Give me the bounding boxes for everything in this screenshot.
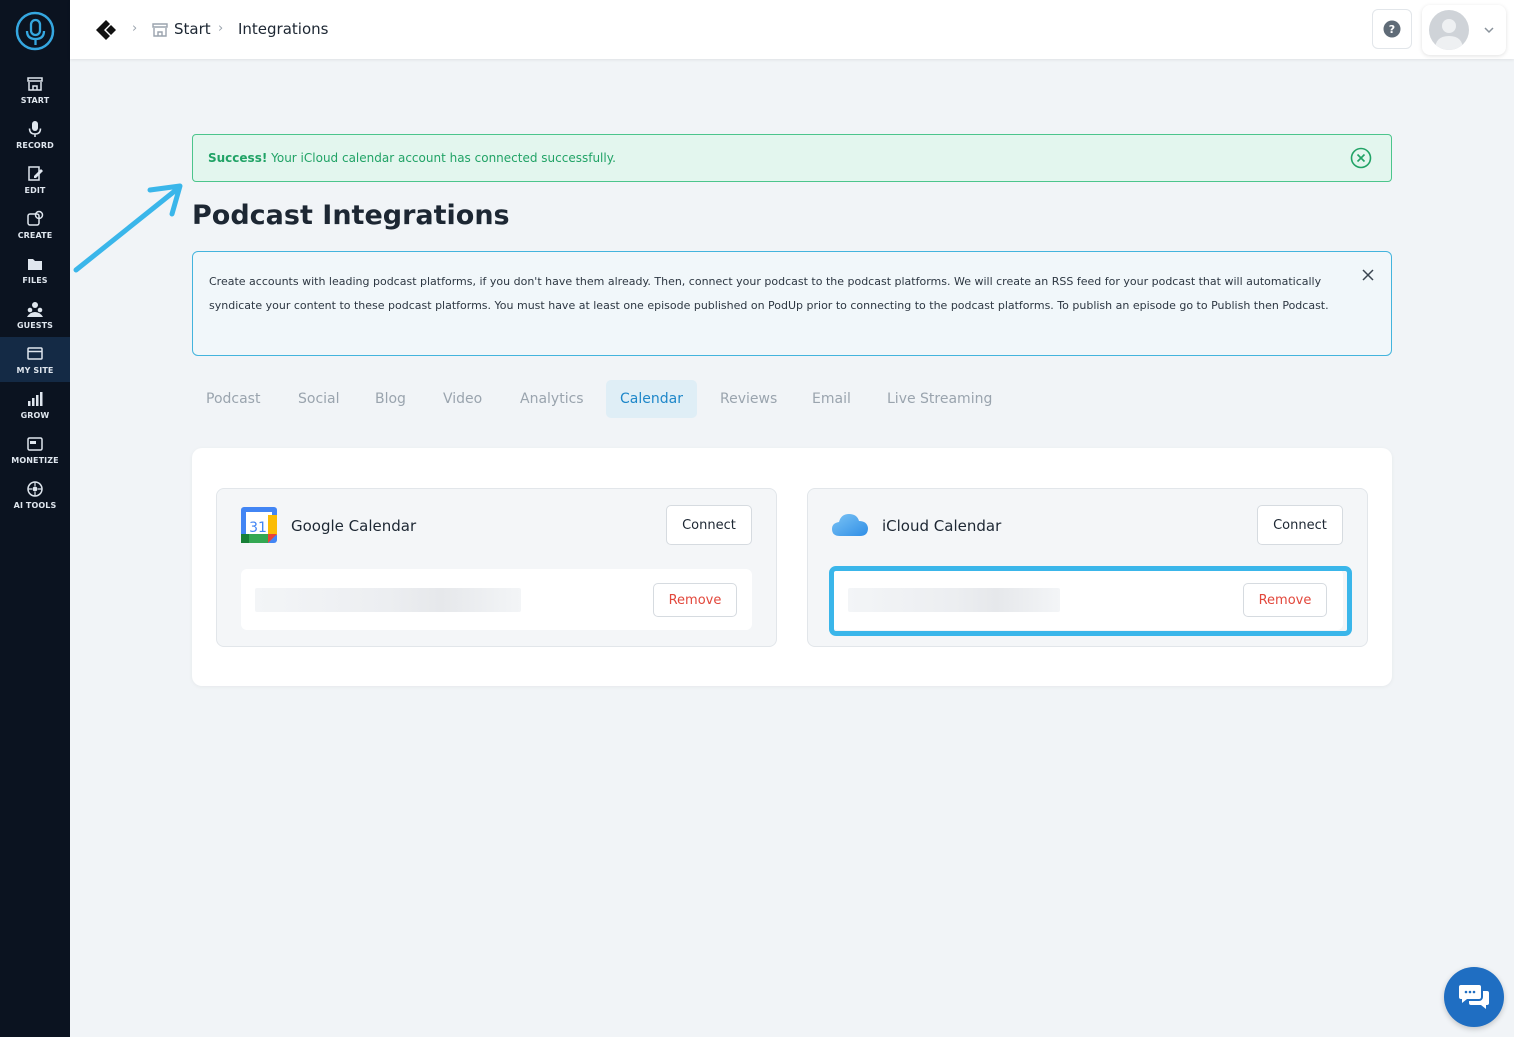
monetize-icon: [27, 436, 43, 451]
sidebar-item-edit[interactable]: EDIT: [0, 157, 70, 202]
avatar: [1429, 10, 1469, 50]
podup-logo-icon[interactable]: [15, 11, 55, 51]
sidebar-item-files[interactable]: FILES: [0, 247, 70, 292]
files-icon: [28, 258, 42, 270]
svg-text:31: 31: [249, 520, 267, 536]
icloud-remove-button[interactable]: Remove: [1243, 583, 1327, 617]
google-account-row: Remove: [241, 569, 752, 630]
sidebar-item-start[interactable]: START: [0, 67, 70, 112]
chart-icon: [28, 391, 43, 406]
success-alert-strong: Success!: [208, 151, 268, 165]
create-icon: [27, 210, 44, 226]
tab-social[interactable]: Social: [284, 380, 354, 418]
page-title: Podcast Integrations: [192, 200, 510, 231]
sidebar-item-label: FILES: [22, 275, 48, 285]
sidebar-item-label: MONETIZE: [11, 455, 59, 465]
sidebar: START RECORD EDIT CREATE FILES GUESTS MY…: [0, 0, 70, 1037]
sidebar-item-guests[interactable]: GUESTS: [0, 292, 70, 337]
success-alert-text: Success! Your iCloud calendar account ha…: [208, 151, 616, 165]
annotation-arrow-icon: [73, 183, 183, 273]
sidebar-item-create[interactable]: CREATE: [0, 202, 70, 247]
tab-podcast[interactable]: Podcast: [192, 380, 274, 418]
google-remove-button[interactable]: Remove: [653, 583, 737, 617]
tab-reviews[interactable]: Reviews: [706, 380, 791, 418]
redacted-account: [848, 588, 1060, 612]
ai-icon: [27, 480, 43, 497]
top-header: › Start › Integrations ?: [70, 0, 1514, 59]
chevron-right-icon: ›: [218, 21, 224, 36]
brand-logo-icon[interactable]: [94, 18, 118, 42]
icloud-calendar-card: iCloud Calendar Connect Remove: [807, 488, 1368, 647]
card-title: Google Calendar: [291, 517, 417, 535]
sidebar-item-monetize[interactable]: MONETIZE: [0, 427, 70, 472]
tab-live-streaming[interactable]: Live Streaming: [873, 380, 1006, 418]
tab-analytics[interactable]: Analytics: [506, 380, 598, 418]
close-circle-icon[interactable]: [1350, 147, 1372, 169]
guests-icon: [27, 301, 43, 317]
icloud-connect-button[interactable]: Connect: [1257, 505, 1343, 545]
tab-video[interactable]: Video: [429, 380, 496, 418]
google-calendar-card: 31 Google Calendar Connect Remove: [216, 488, 777, 647]
help-button[interactable]: ?: [1372, 9, 1412, 49]
edit-icon: [28, 165, 43, 181]
chat-button[interactable]: [1444, 967, 1504, 1027]
store-icon: [27, 76, 43, 91]
store-icon: [152, 23, 168, 37]
icloud-account-row: Remove: [832, 569, 1343, 630]
icloud-icon: [832, 514, 868, 536]
google-connect-button[interactable]: Connect: [666, 505, 752, 545]
google-calendar-icon: 31: [241, 507, 277, 543]
sidebar-item-record[interactable]: RECORD: [0, 112, 70, 157]
sidebar-item-grow[interactable]: GROW: [0, 382, 70, 427]
calendar-panel: 31 Google Calendar Connect Remove iCloud…: [192, 448, 1392, 686]
breadcrumb-start[interactable]: Start: [174, 20, 211, 38]
chevron-right-icon: ›: [132, 21, 138, 36]
site-icon: [27, 346, 43, 360]
svg-text:?: ?: [1389, 23, 1395, 36]
sidebar-item-label: START: [20, 95, 50, 105]
info-alert-text: Create accounts with leading podcast pla…: [209, 275, 1329, 312]
sidebar-item-label: GROW: [20, 410, 50, 420]
tab-blog[interactable]: Blog: [361, 380, 420, 418]
tab-calendar[interactable]: Calendar: [606, 380, 697, 418]
sidebar-item-label: EDIT: [24, 185, 46, 195]
info-alert: Create accounts with leading podcast pla…: [192, 251, 1392, 356]
question-icon: ?: [1383, 20, 1401, 38]
sidebar-item-label: AI TOOLS: [13, 500, 57, 510]
tab-email[interactable]: Email: [798, 380, 865, 418]
sidebar-item-label: CREATE: [17, 230, 53, 240]
microphone-icon: [28, 120, 42, 137]
sidebar-item-label: GUESTS: [16, 320, 54, 330]
close-icon[interactable]: [1361, 268, 1375, 282]
sidebar-item-ai-tools[interactable]: AI TOOLS: [0, 472, 70, 517]
card-title: iCloud Calendar: [882, 517, 1002, 535]
chat-icon: [1459, 985, 1489, 1009]
redacted-account: [255, 588, 521, 612]
user-menu-button[interactable]: [1422, 5, 1506, 55]
breadcrumb-integrations: Integrations: [238, 20, 329, 38]
success-alert-message: Your iCloud calendar account has connect…: [267, 151, 616, 165]
sidebar-item-label: MY SITE: [16, 365, 54, 375]
chevron-down-icon: [1484, 27, 1494, 34]
success-alert: Success! Your iCloud calendar account ha…: [192, 134, 1392, 182]
sidebar-item-my-site[interactable]: MY SITE: [0, 337, 70, 382]
sidebar-item-label: RECORD: [16, 140, 54, 150]
